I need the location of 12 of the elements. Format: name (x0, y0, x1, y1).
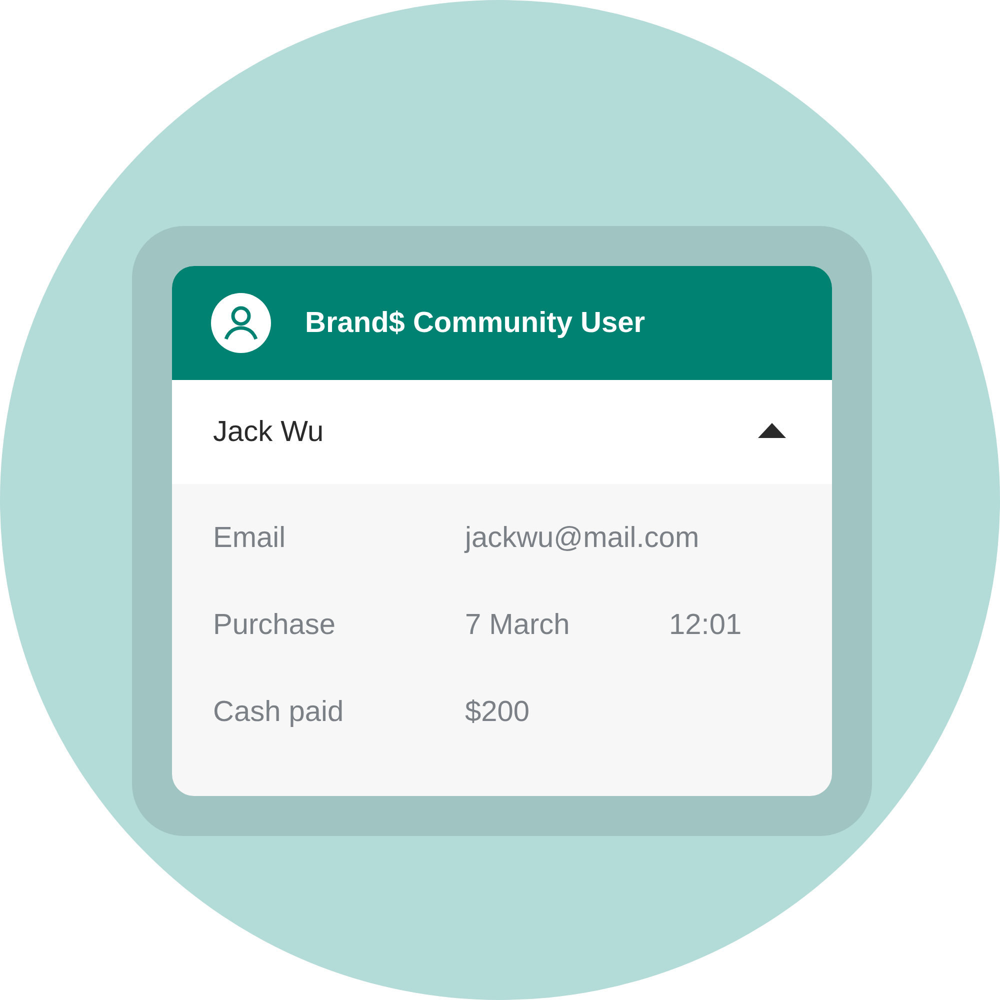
detail-label: Cash paid (213, 696, 345, 729)
user-avatar-icon (211, 293, 271, 353)
card-title: Brand$ Community User (305, 306, 646, 340)
detail-value: $200 (465, 696, 531, 729)
detail-value: 7 March (465, 609, 571, 642)
caret-icon[interactable] (758, 422, 786, 438)
user-name: Jack Wu (213, 416, 324, 448)
detail-label: Purchase (213, 609, 337, 642)
detail-label: Email (213, 522, 287, 555)
user-row[interactable]: Jack Wu (172, 380, 832, 484)
detail-value: jackwu@mail.com (465, 522, 700, 555)
detail-value: 12:01 (669, 609, 742, 642)
